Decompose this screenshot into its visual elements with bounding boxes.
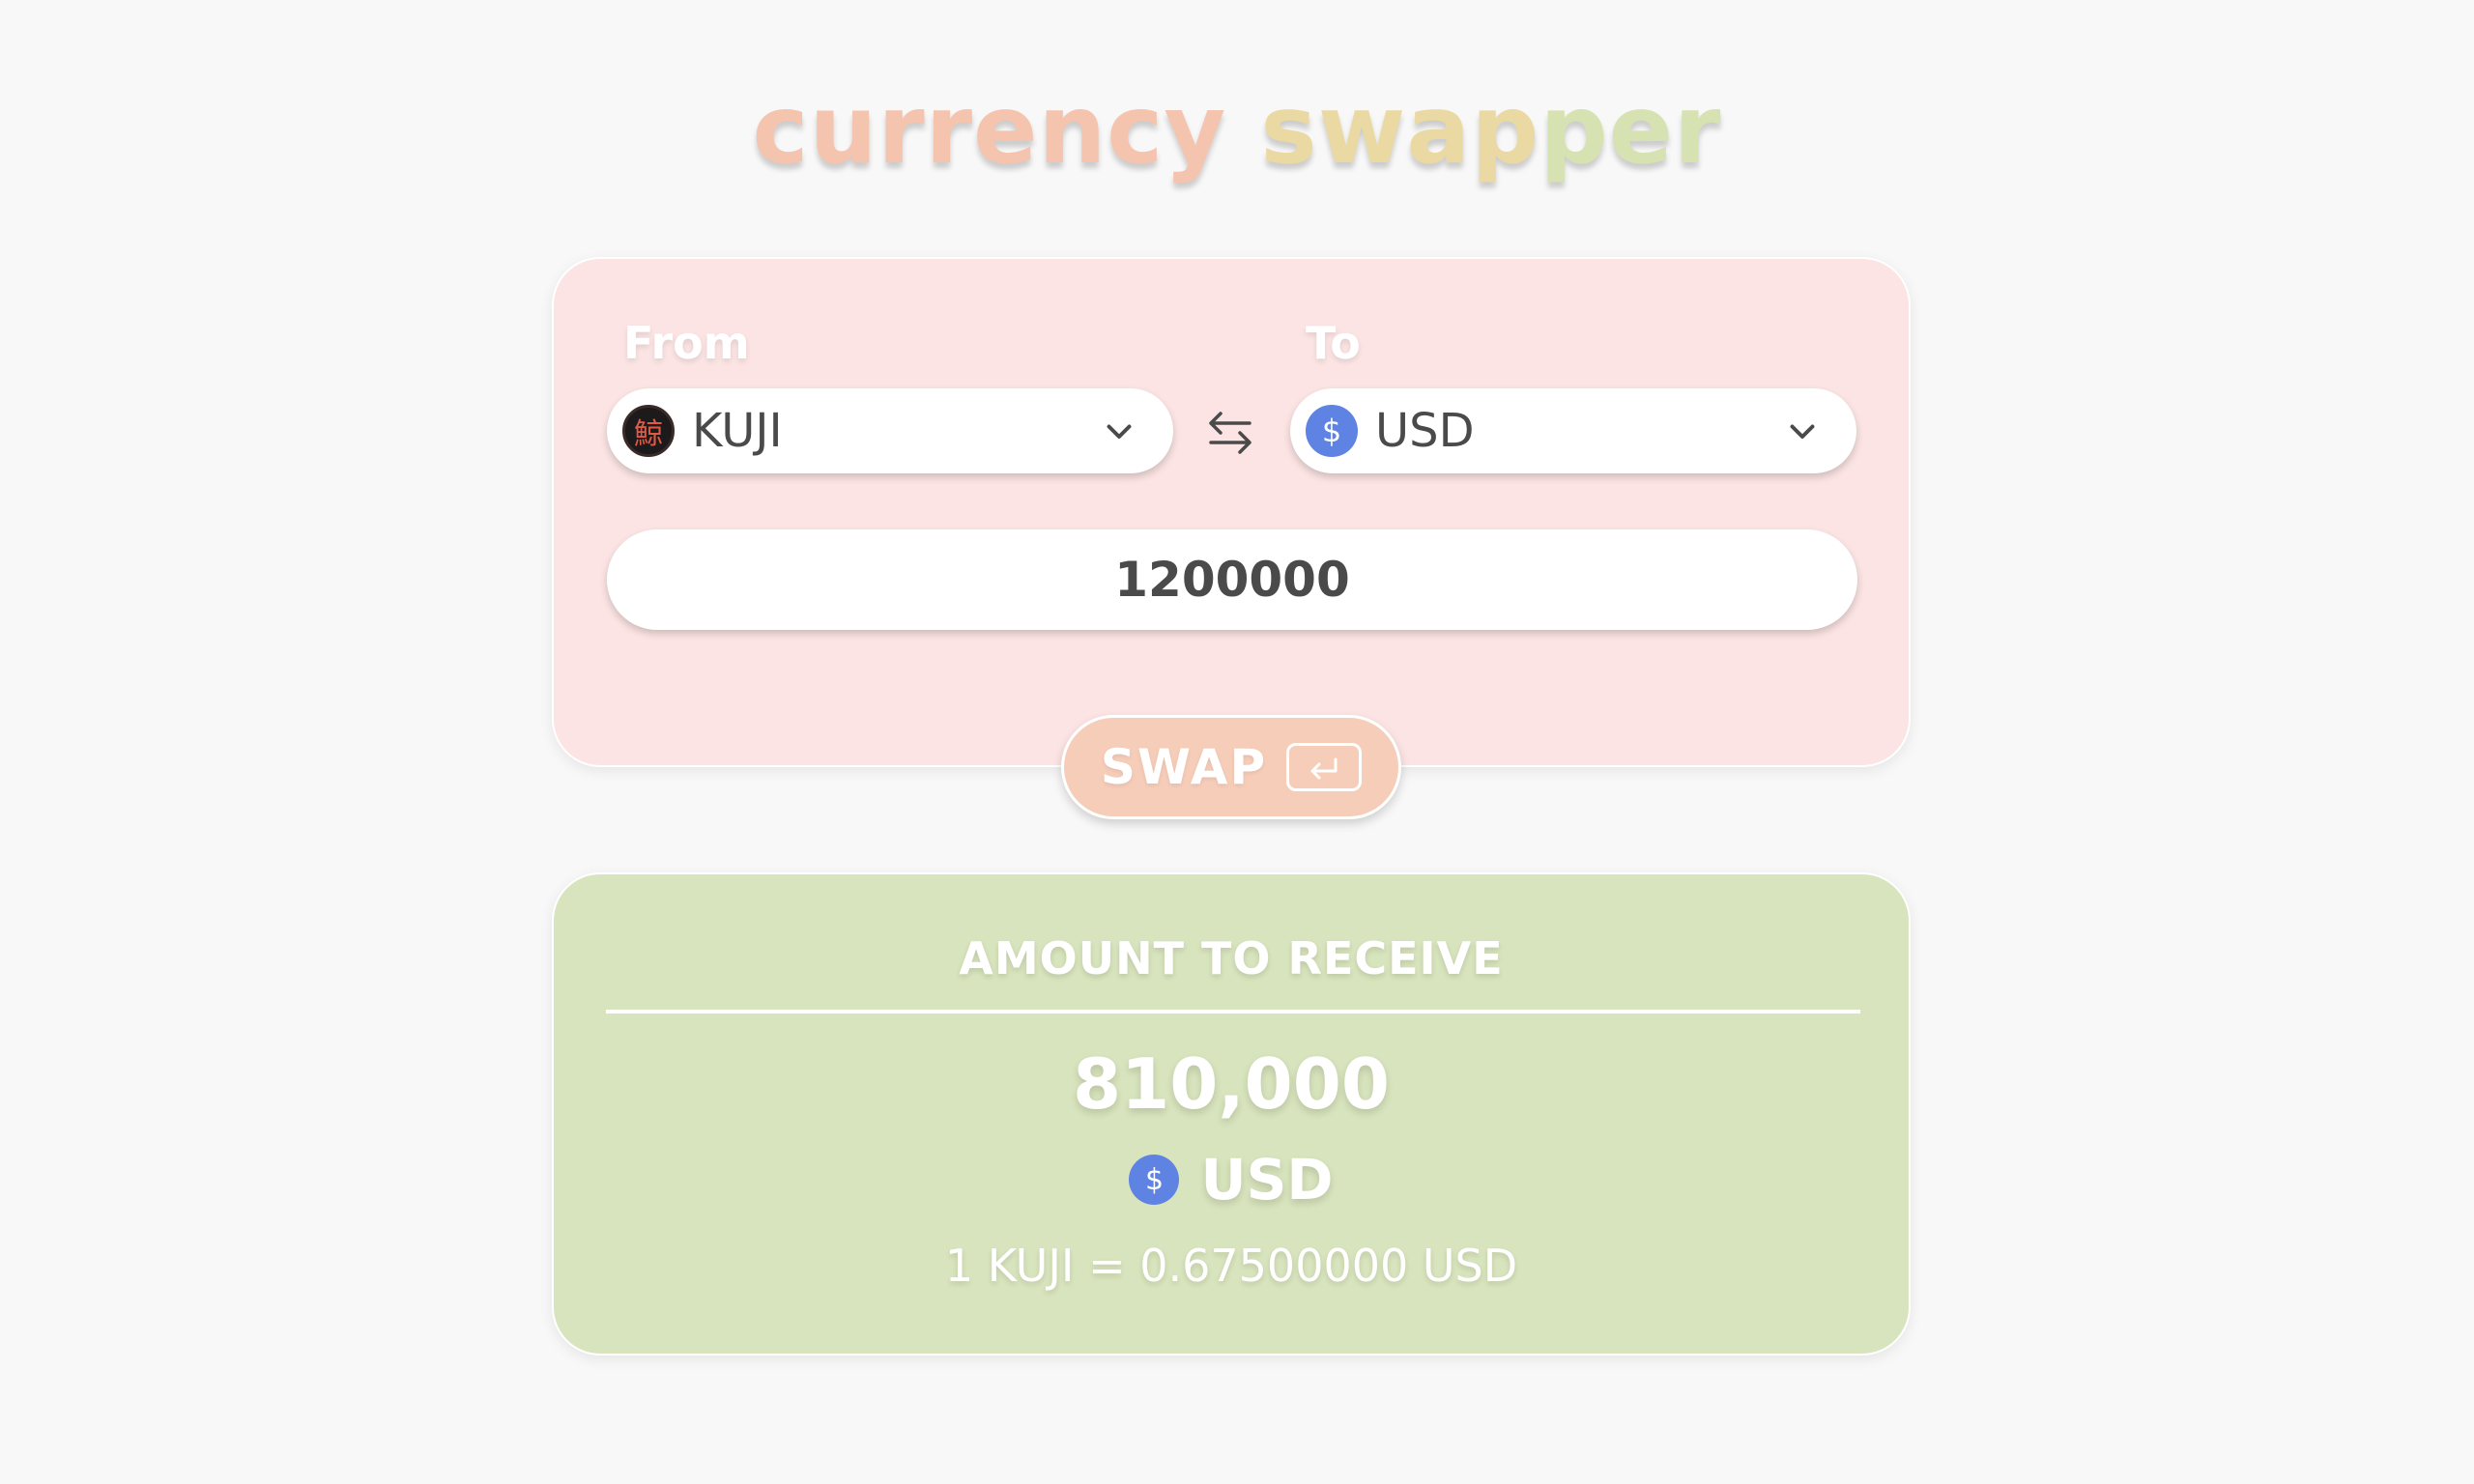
app-title-part-1: currency — [752, 75, 1227, 186]
result-heading: AMOUNT TO RECEIVE — [959, 932, 1504, 985]
exchange-rate: 1 KUJI = 0.67500000 USD — [944, 1240, 1518, 1292]
chevron-down-icon — [1107, 424, 1132, 439]
result-card: AMOUNT TO RECEIVE 810,000 $ USD 1 KUJI =… — [552, 872, 1911, 1356]
usd-coin-icon: $ — [1129, 1155, 1180, 1205]
to-currency-select[interactable]: $ USD — [1290, 388, 1856, 473]
result-amount: 810,000 — [1073, 1043, 1390, 1125]
enter-key-icon — [1286, 743, 1363, 791]
from-currency-value: KUJI — [692, 404, 783, 458]
app-title-part-3: per — [1539, 75, 1722, 186]
usd-coin-icon: $ — [1306, 405, 1358, 457]
swap-button-label: SWAP — [1100, 739, 1268, 795]
kuji-logo-icon: 鯨 — [622, 405, 675, 457]
from-label: From — [623, 317, 750, 369]
app-title: currency swapper — [0, 68, 2474, 193]
to-currency-value: USD — [1375, 404, 1475, 458]
result-divider — [606, 1010, 1860, 1013]
result-currency-code: USD — [1200, 1147, 1334, 1213]
swap-card: From To 鯨 KUJI $ USD — [552, 257, 1911, 767]
app-title-part-2: swap — [1226, 75, 1540, 186]
result-currency: $ USD — [554, 1147, 1909, 1213]
amount-input[interactable] — [607, 529, 1857, 630]
from-currency-select[interactable]: 鯨 KUJI — [607, 388, 1173, 473]
to-label: To — [1306, 317, 1361, 369]
chevron-down-icon — [1790, 424, 1815, 439]
swap-button[interactable]: SWAP — [1061, 715, 1401, 819]
swap-direction-icon[interactable] — [1201, 404, 1259, 462]
